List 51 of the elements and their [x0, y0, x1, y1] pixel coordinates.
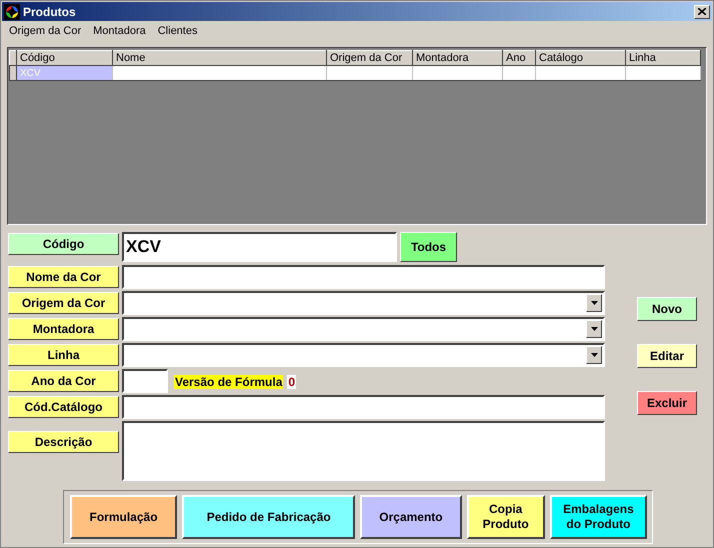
field-label-button[interactable]: Descrição: [8, 431, 119, 453]
column-header[interactable]: Ano: [502, 50, 536, 66]
formula-version-label: Versão de Fórmula: [174, 375, 284, 389]
field-label-button[interactable]: Origem da Cor: [8, 292, 119, 314]
column-header[interactable]: Código: [16, 50, 112, 66]
field-label-button[interactable]: Montadora: [8, 318, 119, 340]
app-icon: [4, 4, 20, 20]
menu-item[interactable]: Origem da Cor: [9, 25, 82, 40]
action-button[interactable]: Copia Produto: [466, 495, 545, 539]
row-indicator: [10, 66, 16, 80]
dropdown-field[interactable]: [122, 317, 605, 341]
column-header[interactable]: Origem da Cor: [326, 50, 412, 66]
text-field[interactable]: [122, 265, 605, 289]
window-title: Produtos: [23, 4, 77, 18]
year-field[interactable]: [122, 369, 168, 393]
action-button[interactable]: Pedido de Fabricação: [182, 495, 356, 539]
dropdown-field[interactable]: [122, 343, 605, 367]
dropdown-arrow-icon: [590, 301, 598, 305]
table-cell: [502, 66, 536, 80]
action-button[interactable]: Embalagens do Produto: [550, 495, 647, 539]
close-icon: [698, 8, 706, 15]
dropdown-button[interactable]: [586, 346, 602, 364]
dropdown-button[interactable]: [586, 320, 602, 338]
menu-item[interactable]: Montadora: [93, 25, 146, 40]
text-field[interactable]: [122, 395, 605, 419]
dropdown-button[interactable]: [586, 294, 602, 312]
description-field[interactable]: [122, 421, 605, 481]
column-header[interactable]: Catálogo: [536, 50, 626, 66]
table-cell: XCV: [16, 66, 112, 80]
row-indicator-header: [10, 50, 16, 66]
field-label-button[interactable]: Ano da Cor: [8, 370, 119, 392]
column-header[interactable]: Nome: [112, 50, 326, 66]
action-button[interactable]: Novo: [637, 297, 697, 321]
code-label-button[interactable]: Código: [8, 233, 119, 255]
dropdown-arrow-icon: [590, 353, 598, 357]
field-label-button[interactable]: Nome da Cor: [8, 266, 119, 288]
menu-item[interactable]: Clientes: [158, 25, 198, 40]
column-header[interactable]: Linha: [626, 50, 700, 66]
code-field[interactable]: XCV: [122, 232, 397, 262]
action-button[interactable]: Editar: [637, 344, 697, 368]
formula-version-value: 0: [287, 375, 296, 389]
column-header[interactable]: Montadora: [412, 50, 502, 66]
field-label-button[interactable]: Linha: [8, 344, 119, 366]
field-label-button[interactable]: Cód.Catálogo: [8, 396, 119, 418]
dropdown-field[interactable]: [122, 291, 605, 315]
action-button[interactable]: Formulação: [70, 495, 178, 539]
action-button[interactable]: Excluir: [637, 391, 697, 415]
dropdown-arrow-icon: [590, 327, 598, 331]
all-button[interactable]: Todos: [400, 232, 457, 262]
close-button[interactable]: [694, 4, 710, 18]
action-button[interactable]: Orçamento: [360, 495, 462, 539]
